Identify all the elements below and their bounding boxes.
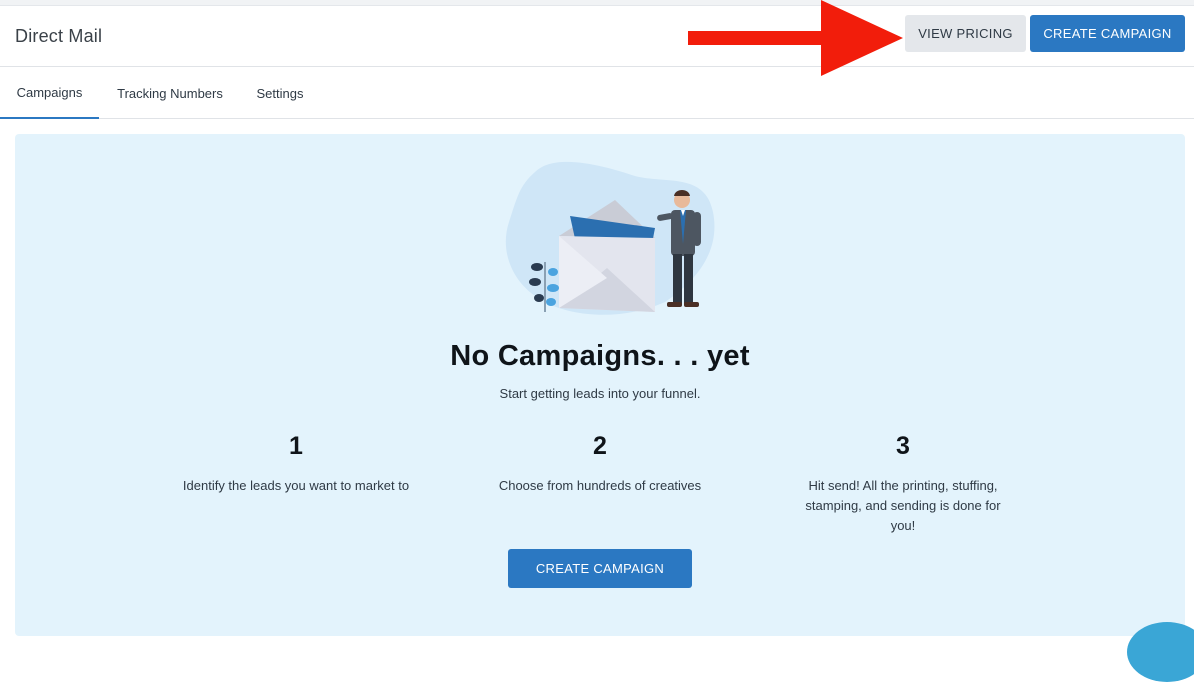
step-1: 1 Identify the leads you want to market … xyxy=(156,432,436,496)
envelope-businessman-illustration xyxy=(505,161,715,315)
red-arrow-right-icon xyxy=(688,0,903,76)
page-header: Direct Mail VIEW PRICING CREATE CAMPAIGN xyxy=(0,6,1194,67)
view-pricing-button[interactable]: VIEW PRICING xyxy=(905,15,1026,52)
step-number: 3 xyxy=(896,432,910,460)
tab-settings[interactable]: Settings xyxy=(243,67,317,119)
step-number: 2 xyxy=(593,432,607,460)
step-3: 3 Hit send! All the printing, stuffing, … xyxy=(763,432,1043,536)
step-description: Choose from hundreds of creatives xyxy=(498,478,702,493)
empty-state-title: No Campaigns. . . yet xyxy=(450,340,750,372)
tab-tracking-numbers[interactable]: Tracking Numbers xyxy=(102,67,238,119)
chat-bubble-icon[interactable] xyxy=(1127,622,1194,682)
create-campaign-button[interactable]: CREATE CAMPAIGN xyxy=(1030,15,1185,52)
tab-campaigns[interactable]: Campaigns xyxy=(0,67,99,119)
step-number: 1 xyxy=(289,432,303,460)
step-description: Identify the leads you want to market to xyxy=(182,478,410,493)
page-title: Direct Mail xyxy=(15,26,103,46)
create-campaign-cta-button[interactable]: CREATE CAMPAIGN xyxy=(508,549,692,588)
step-2: 2 Choose from hundreds of creatives xyxy=(460,432,740,496)
empty-state-panel: No Campaigns. . . yet Start getting lead… xyxy=(15,134,1185,636)
step-description: Hit send! All the printing, stuffing, st… xyxy=(805,478,1001,533)
empty-state-subtitle: Start getting leads into your funnel. xyxy=(499,386,701,401)
tab-bar: Campaigns Tracking Numbers Settings xyxy=(0,67,1194,119)
